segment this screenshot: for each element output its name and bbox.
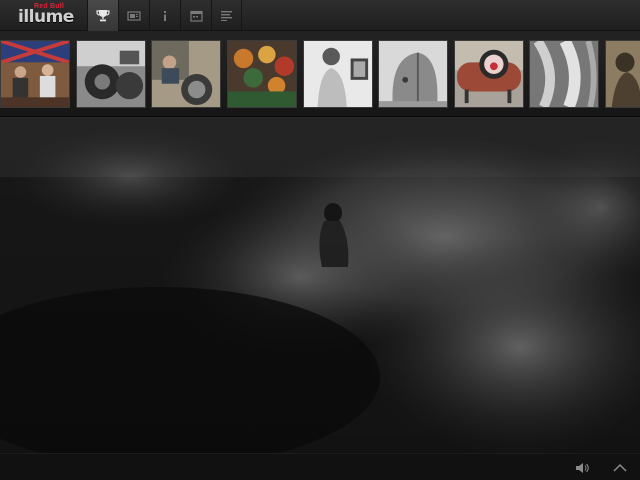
main-photo[interactable] <box>0 117 640 453</box>
gallery-icon <box>127 10 141 21</box>
thumbnail-9[interactable] <box>605 40 640 108</box>
list-icon <box>221 11 232 21</box>
trophy-icon <box>96 9 110 21</box>
bottom-bar <box>0 453 640 480</box>
logo-brand: Red Bull <box>34 3 64 10</box>
calendar-icon <box>189 10 203 22</box>
tab-list[interactable] <box>211 0 242 31</box>
thumbnail-1[interactable] <box>0 40 70 108</box>
tab-calendar[interactable] <box>180 0 211 31</box>
tab-info[interactable] <box>149 0 180 31</box>
thumbnail-4[interactable] <box>227 40 297 108</box>
sound-button[interactable] <box>567 454 597 480</box>
thumbnail-7[interactable] <box>454 40 524 108</box>
speaker-icon <box>576 462 589 473</box>
logo-wordmark: illume <box>18 7 74 27</box>
top-nav-bar: Red Bull illume <box>0 0 640 31</box>
tab-awards[interactable] <box>87 0 118 31</box>
thumbnail-5[interactable] <box>303 40 373 108</box>
info-icon <box>164 10 166 21</box>
thumbnail-3[interactable] <box>151 40 221 108</box>
tab-gallery[interactable] <box>118 0 149 31</box>
thumbnail-2[interactable] <box>76 40 146 108</box>
thumbnail-strip[interactable] <box>0 31 640 117</box>
chevron-up-icon <box>613 463 627 472</box>
thumbnail-6[interactable] <box>378 40 448 108</box>
expand-button[interactable] <box>605 454 635 480</box>
thumbnail-8[interactable] <box>529 40 599 108</box>
app-logo[interactable]: Red Bull illume <box>0 0 87 31</box>
